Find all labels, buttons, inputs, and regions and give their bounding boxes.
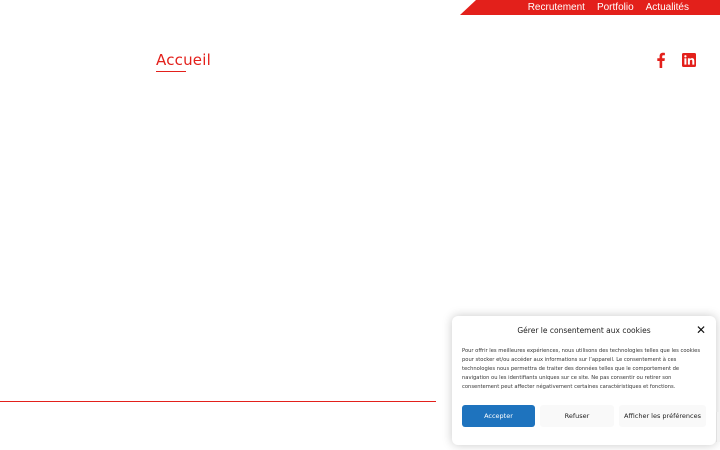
cookie-consent-dialog: Gérer le consentement aux cookies ✕ Pour… xyxy=(452,316,716,445)
nav-item-recrutement[interactable]: Recrutement xyxy=(528,2,585,13)
title-underline xyxy=(156,71,186,72)
section-divider xyxy=(0,401,436,402)
top-navigation: Recrutement Portfolio Actualités xyxy=(528,0,689,15)
nav-item-portfolio[interactable]: Portfolio xyxy=(597,2,634,13)
linkedin-icon[interactable] xyxy=(681,52,697,68)
social-links xyxy=(653,52,697,68)
accept-button[interactable]: Accepter xyxy=(462,405,535,427)
show-preferences-button[interactable]: Afficher les préférences xyxy=(619,405,706,427)
facebook-icon[interactable] xyxy=(653,52,669,68)
cookie-dialog-actions: Accepter Refuser Afficher les préférence… xyxy=(462,405,706,427)
nav-item-actualites[interactable]: Actualités xyxy=(646,2,689,13)
cookie-dialog-body: Pour offrir les meilleures expériences, … xyxy=(462,348,701,390)
page-title: Accueil xyxy=(156,51,211,69)
cookie-dialog-title: Gérer le consentement aux cookies xyxy=(517,326,651,335)
refuse-button[interactable]: Refuser xyxy=(540,405,614,427)
recaptcha-badge[interactable] xyxy=(716,412,720,442)
close-icon[interactable]: ✕ xyxy=(695,324,707,336)
